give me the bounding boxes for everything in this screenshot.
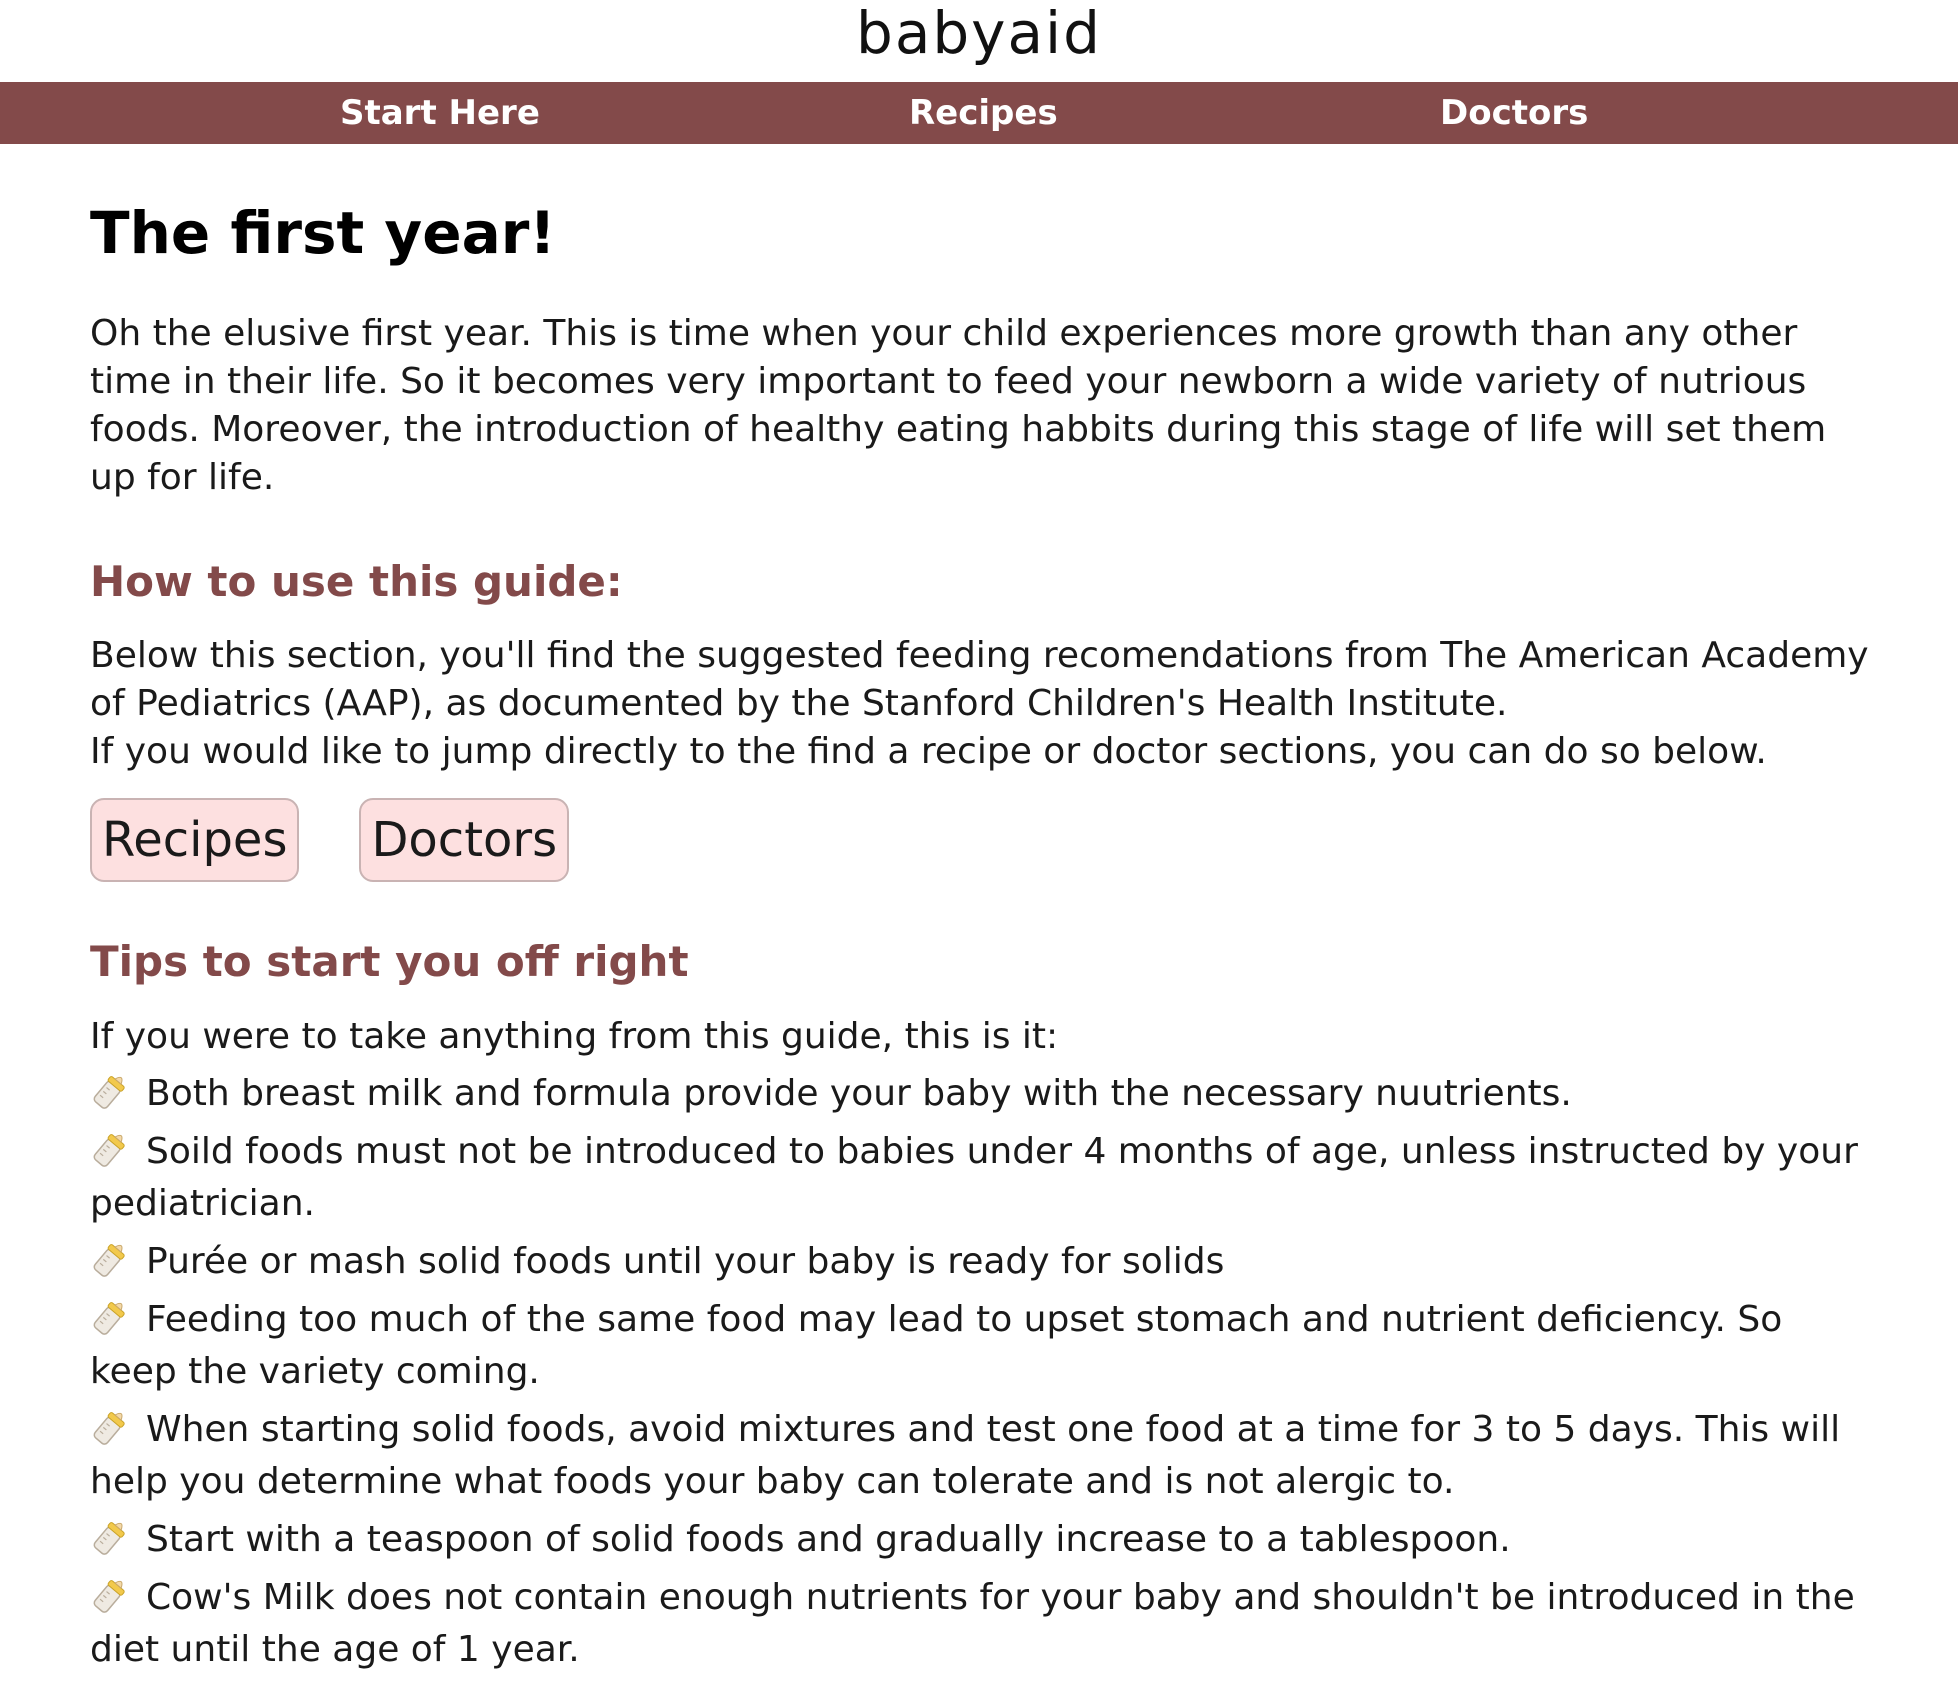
main-content: The first year! Oh the elusive first yea… bbox=[90, 144, 1870, 1676]
nav-link-recipes[interactable]: Recipes bbox=[909, 82, 1058, 144]
tip-item: Both breast milk and formula provide you… bbox=[90, 1068, 1870, 1120]
tips-heading: Tips to start you off right bbox=[90, 937, 689, 986]
tip-text: Feeding too much of the same food may le… bbox=[90, 1299, 1783, 1392]
guide-paragraph-jump: If you would like to jump directly to th… bbox=[90, 731, 1767, 772]
baby-bottle-icon bbox=[93, 1134, 125, 1167]
guide-heading: How to use this guide: bbox=[90, 557, 623, 606]
doctors-button[interactable]: Doctors bbox=[359, 798, 570, 882]
tip-item: Feeding too much of the same food may le… bbox=[90, 1294, 1870, 1398]
intro-paragraph: Oh the elusive first year. This is time … bbox=[90, 313, 1827, 498]
tip-text: Start with a teaspoon of solid foods and… bbox=[146, 1519, 1511, 1560]
tip-item: Start with a teaspoon of solid foods and… bbox=[90, 1514, 1870, 1566]
tips-list: Both breast milk and formula provide you… bbox=[90, 1068, 1870, 1676]
tip-item: When starting solid foods, avoid mixture… bbox=[90, 1404, 1870, 1508]
baby-bottle-icon bbox=[93, 1244, 125, 1277]
page-title: The first year! bbox=[90, 199, 556, 267]
tip-text: Soild foods must not be introduced to ba… bbox=[90, 1131, 1858, 1224]
guide-paragraph-source: Below this section, you'll find the sugg… bbox=[90, 635, 1869, 724]
nav-link-start-here[interactable]: Start Here bbox=[340, 82, 540, 144]
site-header: babyaid bbox=[0, 0, 1958, 82]
tip-item: Purée or mash solid foods until your bab… bbox=[90, 1236, 1870, 1288]
baby-bottle-icon bbox=[93, 1302, 125, 1335]
baby-bottle-icon bbox=[93, 1580, 125, 1613]
tip-text: When starting solid foods, avoid mixture… bbox=[90, 1409, 1841, 1502]
baby-bottle-icon bbox=[93, 1076, 125, 1109]
tips-intro: If you were to take anything from this g… bbox=[90, 1016, 1059, 1057]
baby-bottle-icon bbox=[93, 1412, 125, 1445]
tip-text: Both breast milk and formula provide you… bbox=[146, 1073, 1572, 1114]
guide-text: Below this section, you'll find the sugg… bbox=[90, 632, 1870, 776]
tip-text: Cow's Milk does not contain enough nutri… bbox=[90, 1577, 1855, 1670]
nav-link-doctors[interactable]: Doctors bbox=[1440, 82, 1588, 144]
tip-text: Purée or mash solid foods until your bab… bbox=[146, 1241, 1225, 1282]
main-nav: Start Here Recipes Doctors bbox=[0, 82, 1958, 144]
baby-bottle-icon bbox=[93, 1522, 125, 1555]
site-logo[interactable]: babyaid bbox=[856, 0, 1102, 66]
tip-item: Cow's Milk does not contain enough nutri… bbox=[90, 1572, 1870, 1676]
tip-item: Soild foods must not be introduced to ba… bbox=[90, 1126, 1870, 1230]
recipes-button[interactable]: Recipes bbox=[90, 798, 300, 882]
jump-buttons: Recipes Doctors bbox=[90, 798, 1870, 882]
